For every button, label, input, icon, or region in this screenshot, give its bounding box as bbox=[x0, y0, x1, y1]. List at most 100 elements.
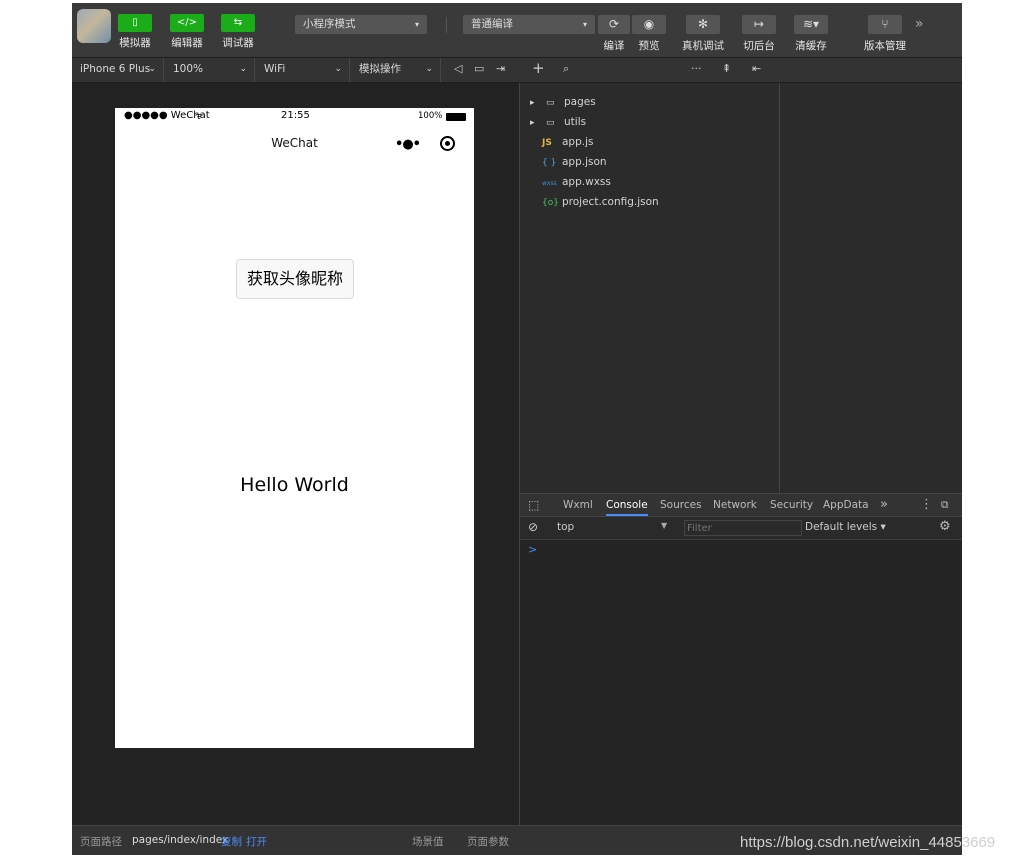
levels-select[interactable]: Default levels ▾ bbox=[805, 521, 886, 533]
bug-icon: ✻ bbox=[686, 15, 720, 34]
status-bar: ●●●●● WeChat ᯤ 21:55 100% bbox=[115, 108, 474, 125]
open-link[interactable]: 打开 bbox=[246, 834, 267, 849]
mode-select[interactable]: 小程序模式 ▾ bbox=[295, 15, 427, 34]
compile-button[interactable]: ⟳ 编译 bbox=[598, 15, 630, 53]
tab-wxml[interactable]: Wxml bbox=[563, 494, 593, 516]
tree-item-label: app.wxss bbox=[562, 176, 611, 188]
speaker-icon[interactable]: ◁ bbox=[454, 62, 462, 75]
console-prompt[interactable]: > bbox=[528, 543, 537, 556]
clock: 21:55 bbox=[281, 110, 310, 121]
gear-icon[interactable]: ⚙ bbox=[939, 519, 951, 534]
version-button[interactable]: ⑂ 版本管理 bbox=[862, 15, 908, 53]
json-icon: { } bbox=[542, 158, 557, 168]
devtools-window: ▯ 模拟器 </> 编辑器 ⇆ 调试器 小程序模式 ▾ 普通编译 ▾ ⟳ 编译 … bbox=[72, 3, 962, 855]
file-explorer: ▸ ▭ pages ▸ ▭ utils JS app.js { } app.json wxs… bbox=[520, 83, 780, 493]
rotate-icon[interactable]: ▭ bbox=[474, 62, 484, 75]
params-button[interactable]: 页面参数 bbox=[467, 834, 509, 849]
context-select[interactable]: top bbox=[557, 521, 574, 533]
tree-item-utils[interactable]: ▸ ▭ utils bbox=[530, 112, 586, 132]
debug-icon: ⇆ bbox=[221, 14, 255, 32]
remote-debug-label: 真机调试 bbox=[682, 40, 724, 52]
get-profile-button[interactable]: 获取头像昵称 bbox=[236, 259, 354, 299]
tab-appdata[interactable]: AppData bbox=[823, 494, 869, 516]
preview-label: 预览 bbox=[638, 40, 660, 52]
editor-button[interactable]: </> 编辑器 bbox=[167, 14, 207, 50]
caret-right-icon: ▸ bbox=[530, 118, 535, 128]
tree-item-label: project.config.json bbox=[562, 196, 659, 208]
zoom-value: 100% bbox=[173, 63, 204, 75]
more-tabs-icon[interactable]: » bbox=[880, 494, 888, 516]
tree-item-label: app.js bbox=[562, 136, 594, 148]
device-value: iPhone 6 Plus bbox=[80, 63, 151, 75]
tree-item-app-wxss[interactable]: wxss app.wxss bbox=[542, 172, 611, 192]
watermark: https://blog.csdn.net/weixin_44853669 bbox=[740, 834, 996, 851]
editor-label: 编辑器 bbox=[171, 37, 203, 49]
tree-item-label: pages bbox=[564, 96, 596, 108]
detach-icon[interactable]: ⇥ bbox=[496, 62, 505, 75]
chevron-down-icon: ⌄ bbox=[425, 64, 433, 74]
device-select[interactable]: iPhone 6 Plus ⌄ bbox=[72, 58, 164, 82]
battery-text: 100% bbox=[418, 111, 443, 121]
mode-select-value: 小程序模式 bbox=[303, 18, 356, 30]
wifi-icon: ᯤ bbox=[195, 112, 204, 122]
preview-button[interactable]: ◉ 预览 bbox=[632, 15, 666, 53]
tab-network[interactable]: Network bbox=[713, 494, 757, 516]
phone-screen: ●●●●● WeChat ᯤ 21:55 100% WeChat •●• 获取头… bbox=[115, 108, 474, 748]
sidebar-toggle-icon[interactable]: ⇤ bbox=[752, 62, 761, 75]
more-icon[interactable]: » bbox=[915, 16, 924, 32]
search-icon[interactable]: ⌕ bbox=[563, 62, 569, 76]
tree-item-app-json[interactable]: { } app.json bbox=[542, 152, 607, 172]
layers-icon: ≋▾ bbox=[794, 15, 828, 34]
collapse-icon[interactable]: ⇞ bbox=[722, 62, 731, 75]
add-icon[interactable]: + bbox=[532, 59, 545, 77]
simulator-button[interactable]: ▯ 模拟器 bbox=[115, 14, 155, 50]
code-icon: </> bbox=[170, 14, 204, 32]
menu-dots-icon[interactable]: •●• bbox=[395, 137, 421, 152]
undock-icon[interactable]: ⧉ bbox=[941, 494, 949, 516]
tree-item-label: utils bbox=[564, 116, 587, 128]
tab-console[interactable]: Console bbox=[606, 494, 648, 516]
clear-console-icon[interactable]: ⊘ bbox=[528, 520, 538, 534]
background-button[interactable]: ↦ 切后台 bbox=[740, 15, 778, 53]
copy-link[interactable]: 复制 bbox=[221, 834, 242, 849]
debugger-button[interactable]: ⇆ 调试器 bbox=[218, 14, 258, 50]
debugger-label: 调试器 bbox=[222, 37, 254, 49]
console-filter-input[interactable] bbox=[684, 520, 802, 536]
chevron-down-icon: ▾ bbox=[582, 20, 587, 29]
simulate-op-select[interactable]: 模拟操作 ⌄ bbox=[351, 58, 441, 82]
network-select[interactable]: WiFi ⌄ bbox=[256, 58, 350, 82]
clear-cache-button[interactable]: ≋▾ 清缓存 bbox=[792, 15, 830, 53]
tree-item-project-config[interactable]: {o} project.config.json bbox=[542, 192, 659, 212]
compile-select[interactable]: 普通编译 ▾ bbox=[463, 15, 595, 34]
kebab-menu-icon[interactable]: ⋮ bbox=[920, 494, 933, 516]
wxss-icon: wxss bbox=[542, 180, 557, 187]
folder-icon: ▭ bbox=[546, 98, 555, 108]
js-icon: JS bbox=[542, 138, 552, 148]
network-value: WiFi bbox=[264, 63, 286, 75]
chevron-down-icon: ▾ bbox=[414, 20, 419, 29]
eye-icon: ◉ bbox=[632, 15, 666, 34]
tree-item-pages[interactable]: ▸ ▭ pages bbox=[530, 92, 596, 112]
compile-label: 编译 bbox=[603, 40, 625, 52]
tree-item-app-js[interactable]: JS app.js bbox=[542, 132, 594, 152]
devtools-panel: ⬚ Wxml Console Sources Network Security … bbox=[520, 493, 962, 825]
tab-sources[interactable]: Sources bbox=[660, 494, 702, 516]
branch-icon: ⑂ bbox=[868, 15, 902, 34]
hello-text: Hello World bbox=[240, 474, 349, 496]
avatar[interactable] bbox=[77, 9, 111, 43]
zoom-select[interactable]: 100% ⌄ bbox=[165, 58, 255, 82]
simulator-label: 模拟器 bbox=[119, 37, 151, 49]
remote-debug-button[interactable]: ✻ 真机调试 bbox=[682, 15, 724, 53]
ellipsis-icon[interactable]: ··· bbox=[691, 62, 702, 75]
path-label: 页面路径 bbox=[80, 836, 122, 848]
tab-security[interactable]: Security bbox=[770, 494, 813, 516]
inspect-icon[interactable]: ⬚ bbox=[528, 494, 539, 516]
phone-icon: ▯ bbox=[118, 14, 152, 32]
close-capsule-icon[interactable] bbox=[440, 136, 455, 151]
refresh-icon: ⟳ bbox=[598, 15, 630, 34]
background-label: 切后台 bbox=[743, 40, 775, 52]
devtools-tabs: ⬚ Wxml Console Sources Network Security … bbox=[520, 493, 962, 517]
clear-cache-label: 清缓存 bbox=[795, 40, 827, 52]
simulate-op-value: 模拟操作 bbox=[359, 63, 401, 75]
scene-button[interactable]: 场景值 bbox=[412, 834, 444, 849]
